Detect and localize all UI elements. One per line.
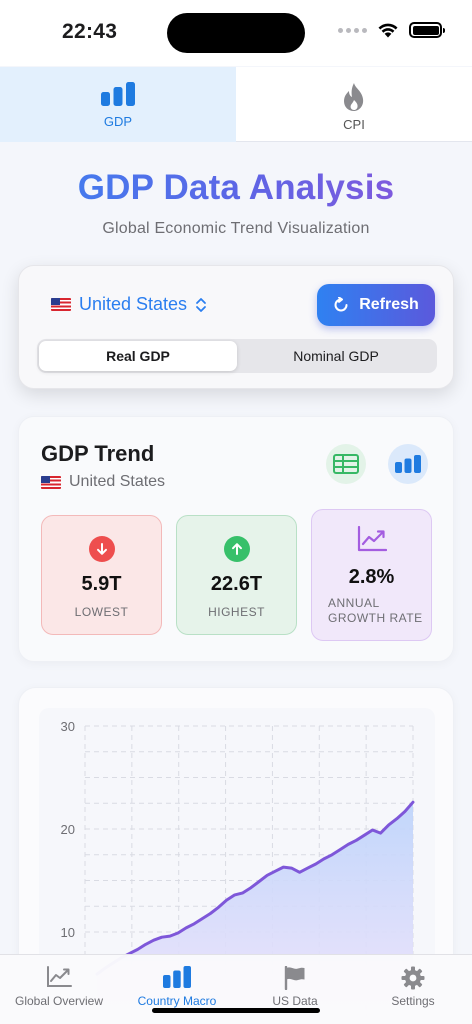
bar-chart-icon [101, 82, 135, 106]
tab-settings[interactable]: Settings [354, 955, 472, 1024]
gdp-type-segmented-control: Real GDP Nominal GDP [37, 339, 437, 373]
bar-chart-icon [163, 966, 191, 988]
status-bar: 22:43 [0, 0, 472, 66]
tab-gdp[interactable]: GDP [0, 67, 236, 142]
refresh-button[interactable]: Refresh [317, 284, 435, 326]
top-tab-bar: GDP CPI [0, 67, 472, 142]
tab-gdp-label: GDP [103, 114, 133, 129]
wifi-icon [378, 23, 398, 38]
arrow-up-icon [223, 536, 250, 562]
country-picker[interactable]: United States [51, 294, 207, 315]
tab-global-overview-label: Global Overview [14, 994, 104, 1008]
stat-growth-value: 2.8% [348, 566, 395, 588]
tab-country-macro-label: Country Macro [137, 994, 217, 1008]
tab-us-data[interactable]: US Data [236, 955, 354, 1024]
y-tick-label: 10 [61, 925, 75, 940]
table-view-button[interactable] [326, 444, 366, 484]
cellular-signal-icon [338, 27, 367, 33]
tab-settings-label: Settings [391, 994, 435, 1008]
status-icons [338, 22, 445, 38]
us-flag-icon [51, 298, 71, 311]
dynamic-island [167, 13, 305, 53]
page-subtitle: Global Economic Trend Visualization [102, 220, 370, 237]
segment-real-gdp[interactable]: Real GDP [39, 341, 237, 371]
growth-chart-icon [357, 526, 387, 552]
line-chart-icon [47, 966, 72, 987]
flame-icon [344, 83, 364, 111]
refresh-icon [334, 297, 348, 312]
y-tick-label: 30 [61, 719, 75, 734]
trend-country-label: United States [69, 473, 166, 490]
stat-highest-label: HIGHEST [208, 605, 265, 619]
gdp-trend-card: GDP Trend United States 5.9T LOWEST 22.6… [18, 416, 454, 662]
status-time: 22:43 [62, 20, 118, 43]
tab-cpi-label: CPI [343, 117, 365, 132]
tab-cpi[interactable]: CPI [236, 67, 472, 142]
chart-view-button[interactable] [388, 444, 428, 484]
control-card: United States Refresh Real GDP Nominal G… [18, 265, 454, 389]
gear-icon [401, 966, 425, 990]
stat-highest-value: 22.6T [210, 573, 263, 595]
stat-lowest-value: 5.9T [81, 573, 122, 595]
page-title: GDP Data Analysis [0, 168, 472, 208]
segment-nominal-gdp[interactable]: Nominal GDP [237, 341, 435, 371]
stat-lowest-label: LOWEST [74, 605, 129, 619]
tab-country-macro[interactable]: Country Macro [118, 955, 236, 1024]
us-flag-icon [41, 475, 61, 489]
table-icon [333, 454, 359, 474]
home-indicator [152, 1008, 320, 1013]
flag-icon [284, 966, 305, 990]
stat-growth-rate: 2.8% ANNUAL GROWTH RATE [311, 509, 432, 641]
arrow-down-icon [88, 536, 115, 562]
stat-lowest: 5.9T LOWEST [41, 515, 162, 635]
trend-title: GDP Trend [41, 441, 155, 466]
refresh-button-label: Refresh [359, 296, 419, 313]
stat-growth-label: ANNUAL GROWTH RATE [328, 596, 423, 625]
country-picker-label: United States [79, 294, 188, 314]
tab-us-data-label: US Data [272, 994, 318, 1008]
tab-global-overview[interactable]: Global Overview [0, 955, 118, 1024]
stat-highest: 22.6T HIGHEST [176, 515, 297, 635]
bar-chart-icon [395, 455, 421, 473]
battery-icon [409, 22, 445, 38]
y-tick-label: 20 [61, 822, 75, 837]
chevron-up-down-icon [196, 297, 206, 312]
trend-country: United States [41, 473, 165, 491]
bottom-tab-bar: Global Overview Country Macro US Data Se… [0, 954, 472, 1024]
